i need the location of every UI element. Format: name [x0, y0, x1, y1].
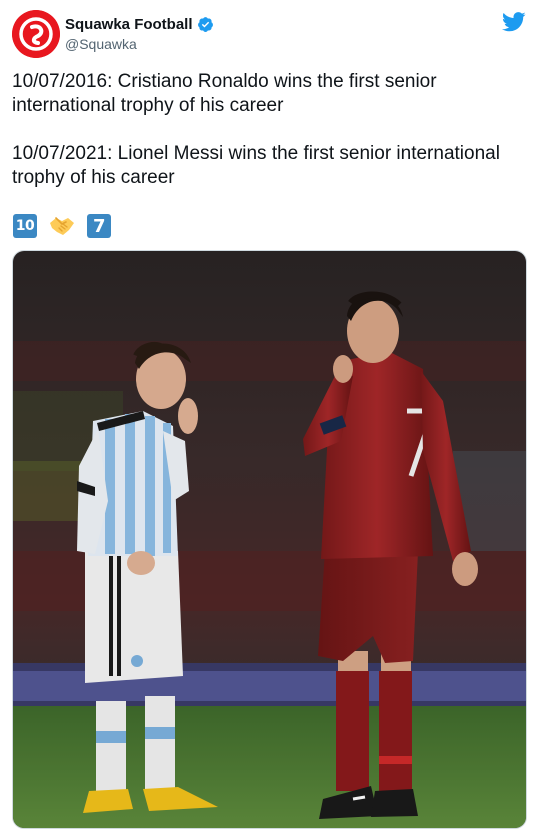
tweet-paragraph: 10/07/2021: Lionel Messi wins the first … [12, 143, 506, 188]
verified-badge-icon [197, 16, 213, 32]
tweet-header: Squawka Football @Squawka [12, 10, 526, 60]
tweet-text: 10/07/2016: Cristiano Ronaldo wins the f… [12, 70, 532, 214]
display-name[interactable]: Squawka Football [65, 16, 193, 33]
keycap-ten-icon: 10 [13, 214, 37, 238]
keycap-seven-icon: 7 [87, 214, 111, 238]
user-handle[interactable]: @Squawka [65, 36, 214, 52]
squawka-logo-icon [12, 10, 60, 58]
avatar[interactable] [12, 10, 60, 58]
tweet-photo[interactable] [12, 250, 527, 829]
tweet-card: Squawka Football @Squawka 10/07/2016: Cr… [0, 0, 534, 839]
emoji-row: 10 7 [13, 213, 111, 239]
photo-messi-ronaldo [13, 251, 526, 828]
display-name-row: Squawka Football [65, 14, 214, 34]
twitter-bird-icon[interactable] [502, 12, 526, 32]
user-info[interactable]: Squawka Football @Squawka [65, 14, 214, 52]
tweet-paragraph: 10/07/2016: Cristiano Ronaldo wins the f… [12, 71, 442, 116]
handshake-icon [50, 217, 74, 235]
